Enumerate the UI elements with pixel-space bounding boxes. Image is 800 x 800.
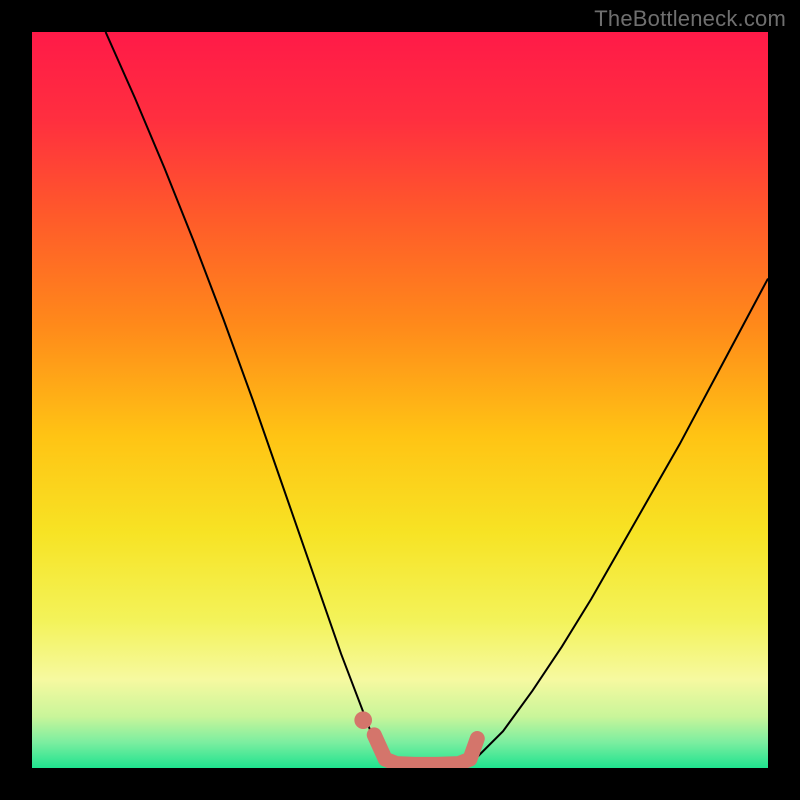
plot-area xyxy=(32,32,768,768)
watermark-text: TheBottleneck.com xyxy=(594,6,786,32)
marker-layer xyxy=(354,711,372,729)
bottleneck-chart xyxy=(32,32,768,768)
outer-frame: TheBottleneck.com xyxy=(0,0,800,800)
marker-accent-dot xyxy=(354,711,372,729)
gradient-background xyxy=(32,32,768,768)
